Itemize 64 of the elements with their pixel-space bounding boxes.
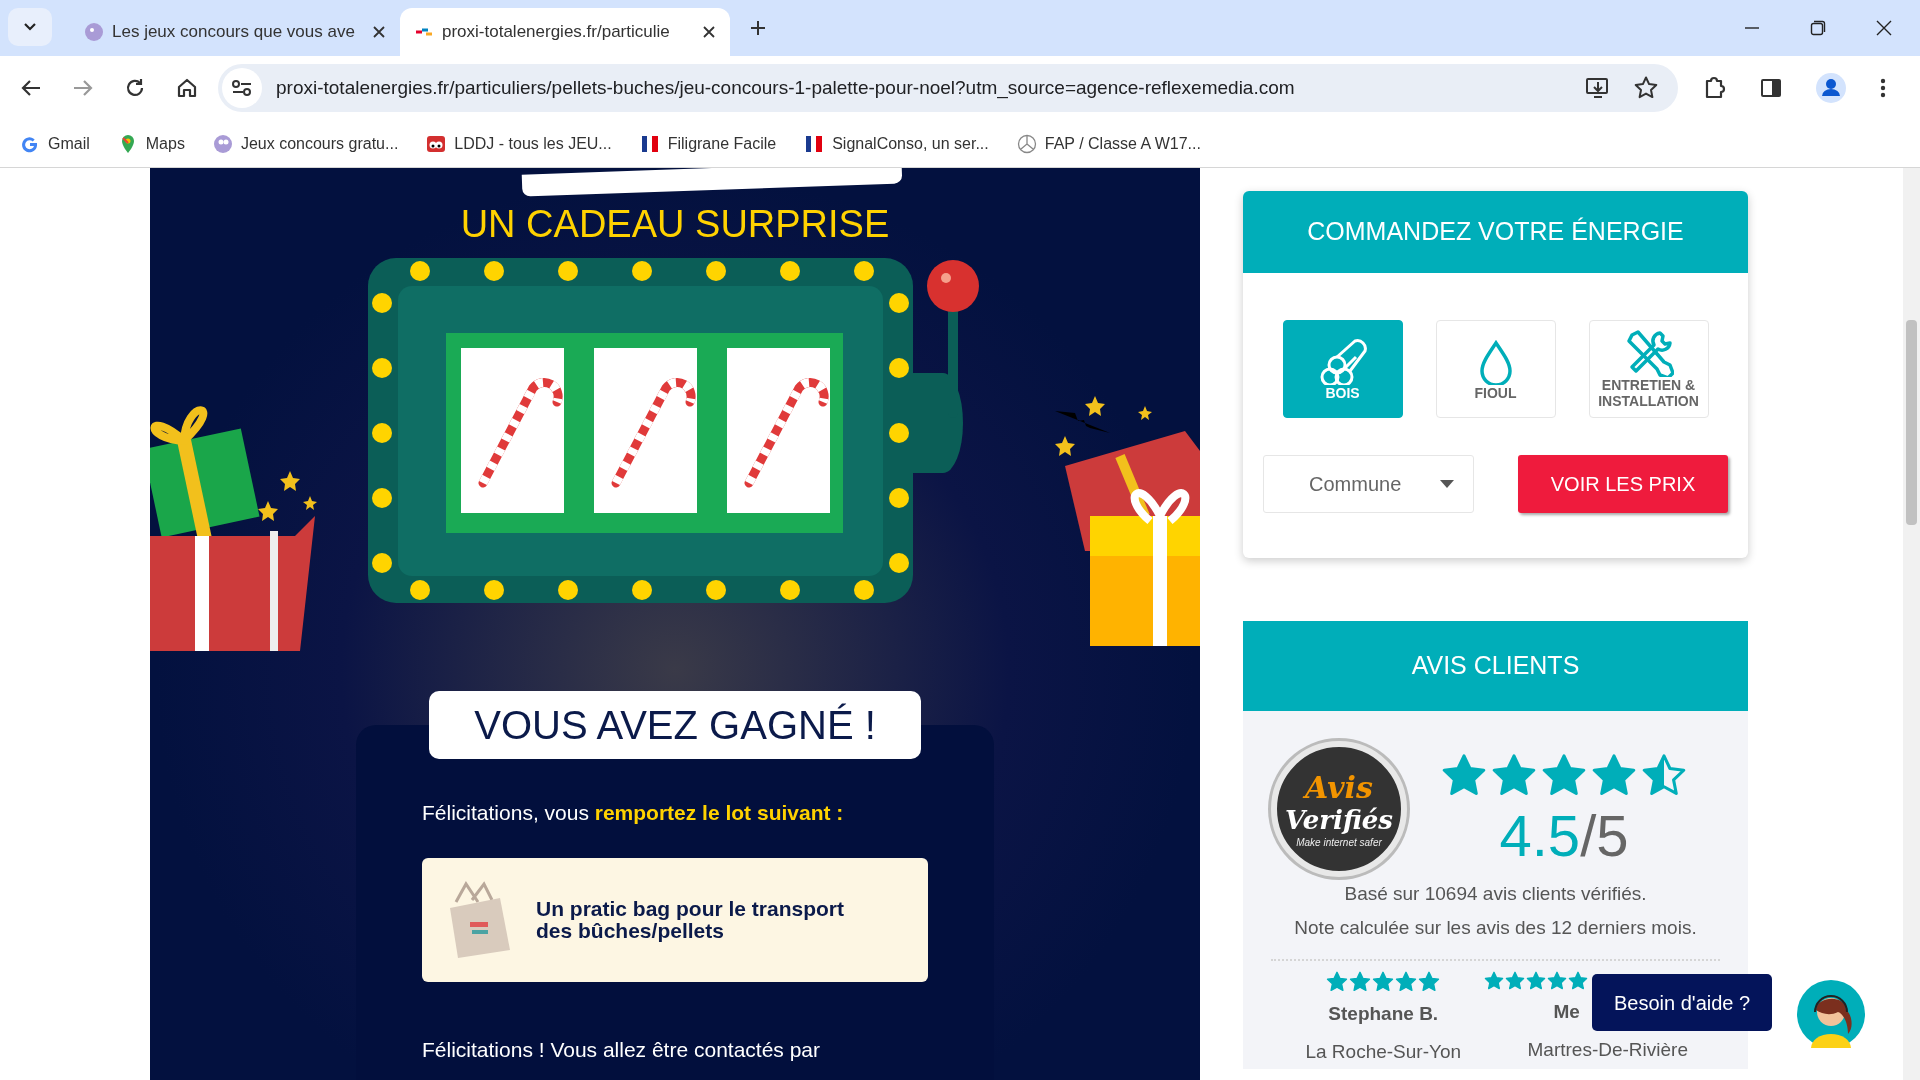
energy-option[interactable]: FIOUL [1435,320,1556,418]
bookmark-link[interactable]: Jeux concours gratu... [212,131,399,156]
bookmark-link[interactable]: FAP / Classe A W17... [1016,131,1201,156]
star-icon [1349,971,1372,993]
bookmark-link[interactable]: LDDJ - tous les JEU... [426,131,612,156]
star-icon [1395,971,1418,993]
mascot-icon [212,133,233,154]
energy-option[interactable]: ENTRETIEN & INSTALLATION [1588,320,1709,418]
bookmark-link[interactable]: Gmail [20,131,90,156]
summary-text: Note calculée sur les avis des 12 derniers mois. [1293,916,1698,940]
browser-tab[interactable]: proxi-totalenergies.fr/particulie [400,8,730,56]
scroll-thumb[interactable] [1906,320,1917,525]
support-avatar-icon[interactable] [1797,980,1865,1048]
star-icon [1418,971,1441,993]
bookmark-link[interactable]: Maps [117,131,185,156]
reviewer-name: Me [1553,1000,1580,1024]
badge-text: Make internet safer [1296,838,1382,848]
badge-text: Verifiés [1285,805,1393,835]
reviewer-location: La Roche-Sur-Yon [1305,1040,1462,1064]
close-icon[interactable] [1876,20,1892,36]
bookmark-link[interactable]: Filigrane Facile [639,131,777,156]
star-icon [1546,971,1567,991]
site-settings-icon[interactable] [231,79,253,97]
reload-icon[interactable] [124,77,146,99]
new-tab-icon[interactable] [748,18,768,38]
restore-icon[interactable] [1810,20,1826,36]
congratulations-text: Félicitations, vous remportez le lot suivant : [422,799,845,826]
prize-text: Un pratic bag pour le transport des bûches/pellets [536,898,846,943]
close-icon[interactable] [372,25,386,39]
star-icon [1504,971,1525,991]
rating-score: 4.5/5 [1499,807,1629,865]
emblem-icon [1016,133,1037,154]
install-icon[interactable] [1586,77,1610,99]
flag-icon [804,133,825,154]
close-icon[interactable] [702,25,716,39]
summary-text: Basé sur 10694 avis clients vérifiés. [1343,882,1648,906]
contact-text: Félicitations ! Vous allez être contactés par [422,1037,822,1064]
reviewer-name: Stephane B. [1328,1002,1439,1026]
chevron-down-icon [23,22,37,32]
bookmark-link[interactable]: SignalConso, un ser... [804,131,989,156]
browser-tab[interactable]: Les jeux concours que vous ave [70,8,400,56]
eyes-icon [426,133,447,154]
star-icon [1567,971,1588,991]
flag-icon [639,133,660,154]
dropdown-caret-icon [1440,480,1454,488]
profile-icon[interactable] [1816,73,1846,103]
star-icon [1326,971,1349,993]
scrollbar[interactable] [1903,168,1920,1080]
home-icon[interactable] [176,77,198,99]
commune-select[interactable]: Commune [1263,455,1474,513]
prize-subtitle: UN CADEAU SURPRISE [459,204,891,246]
result-title: VOUS AVEZ GAGNÉ ! [429,690,921,759]
menu-icon[interactable] [1880,77,1886,99]
star-icon [1483,971,1504,991]
side-panel-icon[interactable] [1760,77,1782,99]
star-icon [1525,971,1546,991]
bookmark-star-icon[interactable] [1634,76,1658,100]
star-icon [1372,971,1395,993]
favicon-icon [84,22,104,42]
help-chat-button[interactable]: Besoin d'aide ? [1592,974,1773,1031]
reviewer-location: Martres-De-Rivière [1527,1038,1688,1062]
card-title: AVIS CLIENTS [1243,621,1748,711]
card-title: COMMANDEZ VOTRE ÉNERGIE [1243,191,1748,273]
see-prices-button[interactable]: VOIR LES PRIX [1518,455,1728,513]
